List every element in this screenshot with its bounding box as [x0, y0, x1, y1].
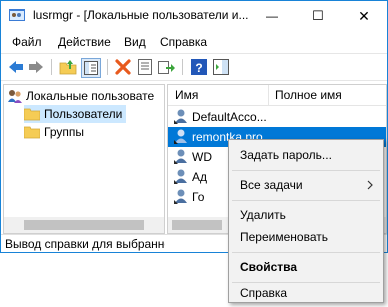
menu-bar: Файл Действие Вид Справка [1, 32, 387, 52]
menu-help[interactable]: Справка [160, 35, 207, 49]
user-name: WD [192, 150, 212, 164]
menu-item-rename[interactable]: Переименовать [229, 226, 383, 248]
toolbar: ? [1, 53, 387, 81]
close-icon: ✕ [358, 7, 370, 24]
menu-item-label: Удалить [240, 208, 286, 222]
user-icon [173, 128, 189, 147]
column-name[interactable]: Имя [175, 88, 198, 102]
tree-item-groups-label: Группы [44, 125, 84, 139]
menu-item-label: Справка [240, 286, 288, 300]
minimize-button[interactable]: — [249, 1, 295, 31]
tree-root[interactable]: Локальные пользовате [7, 87, 154, 105]
back-arrow-icon[interactable] [7, 58, 25, 76]
maximize-button[interactable]: ☐ [295, 1, 341, 31]
user-icon [173, 108, 189, 127]
toolbar-separator [51, 59, 52, 75]
user-icon [173, 168, 189, 187]
menu-item-label: Переименовать [240, 230, 328, 244]
user-icon [173, 148, 189, 167]
menu-separator [232, 170, 380, 171]
export-icon[interactable] [158, 58, 176, 76]
app-icon [9, 9, 25, 23]
folder-icon [23, 125, 41, 139]
context-menu: Задать пароль... Все задачи Удалить Пере… [228, 139, 384, 303]
tree-horizontal-scrollbar[interactable] [4, 217, 164, 233]
close-button[interactable]: ✕ [341, 1, 387, 31]
user-name: Ад [192, 170, 208, 184]
show-tree-icon[interactable] [81, 58, 101, 78]
tree-item-users[interactable]: Пользователи [23, 105, 127, 123]
toolbar-separator [182, 59, 183, 75]
menu-view[interactable]: Вид [124, 35, 146, 49]
menu-item-all-tasks[interactable]: Все задачи [229, 174, 383, 196]
menu-separator [232, 200, 380, 201]
tree-root-label: Локальные пользовате [26, 89, 155, 103]
forward-arrow-icon[interactable] [27, 58, 45, 76]
action-pane-icon[interactable] [212, 58, 230, 76]
list-header: Имя Полное имя [168, 85, 386, 106]
properties-icon[interactable] [136, 58, 154, 76]
status-text: Вывод справки для выбранно [5, 237, 165, 251]
up-folder-icon[interactable] [59, 58, 77, 76]
menu-item-help[interactable]: Справка [229, 284, 383, 302]
user-name: DefaultAcco... [192, 110, 267, 124]
help-icon[interactable]: ? [190, 58, 208, 76]
minimize-icon: — [266, 9, 278, 23]
column-full-name[interactable]: Полное имя [275, 88, 342, 102]
menu-item-label: Свойства [240, 260, 298, 274]
tree-item-groups[interactable]: Группы [23, 123, 84, 141]
maximize-icon: ☐ [312, 8, 324, 23]
title-bar[interactable]: lusrmgr - [Локальные пользователи и... —… [1, 1, 387, 31]
users-groups-icon [7, 88, 23, 104]
navigation-tree: Локальные пользовате Пользователи Группы [3, 84, 165, 234]
menu-item-label: Задать пароль... [240, 148, 332, 162]
toolbar-separator [107, 59, 108, 75]
menu-item-set-password[interactable]: Задать пароль... [229, 144, 383, 166]
user-icon [173, 188, 189, 207]
svg-text:?: ? [195, 61, 202, 75]
scrollbar-thumb[interactable] [24, 220, 144, 230]
menu-action[interactable]: Действие [58, 35, 111, 49]
menu-item-delete[interactable]: Удалить [229, 204, 383, 226]
menu-separator [232, 282, 380, 283]
folder-icon [23, 107, 41, 121]
menu-item-properties[interactable]: Свойства [229, 256, 383, 278]
submenu-arrow-icon [367, 179, 373, 193]
list-item[interactable]: DefaultAcco... [168, 107, 386, 127]
window-title: lusrmgr - [Локальные пользователи и... [33, 8, 249, 22]
delete-icon[interactable] [114, 58, 132, 76]
menu-separator [232, 252, 380, 253]
scrollbar-thumb[interactable] [172, 220, 222, 230]
menu-file[interactable]: Файл [12, 35, 42, 49]
column-separator[interactable] [268, 85, 269, 105]
user-name: Го [192, 190, 205, 204]
tree-item-users-label: Пользователи [44, 107, 123, 121]
menu-item-label: Все задачи [240, 178, 303, 192]
